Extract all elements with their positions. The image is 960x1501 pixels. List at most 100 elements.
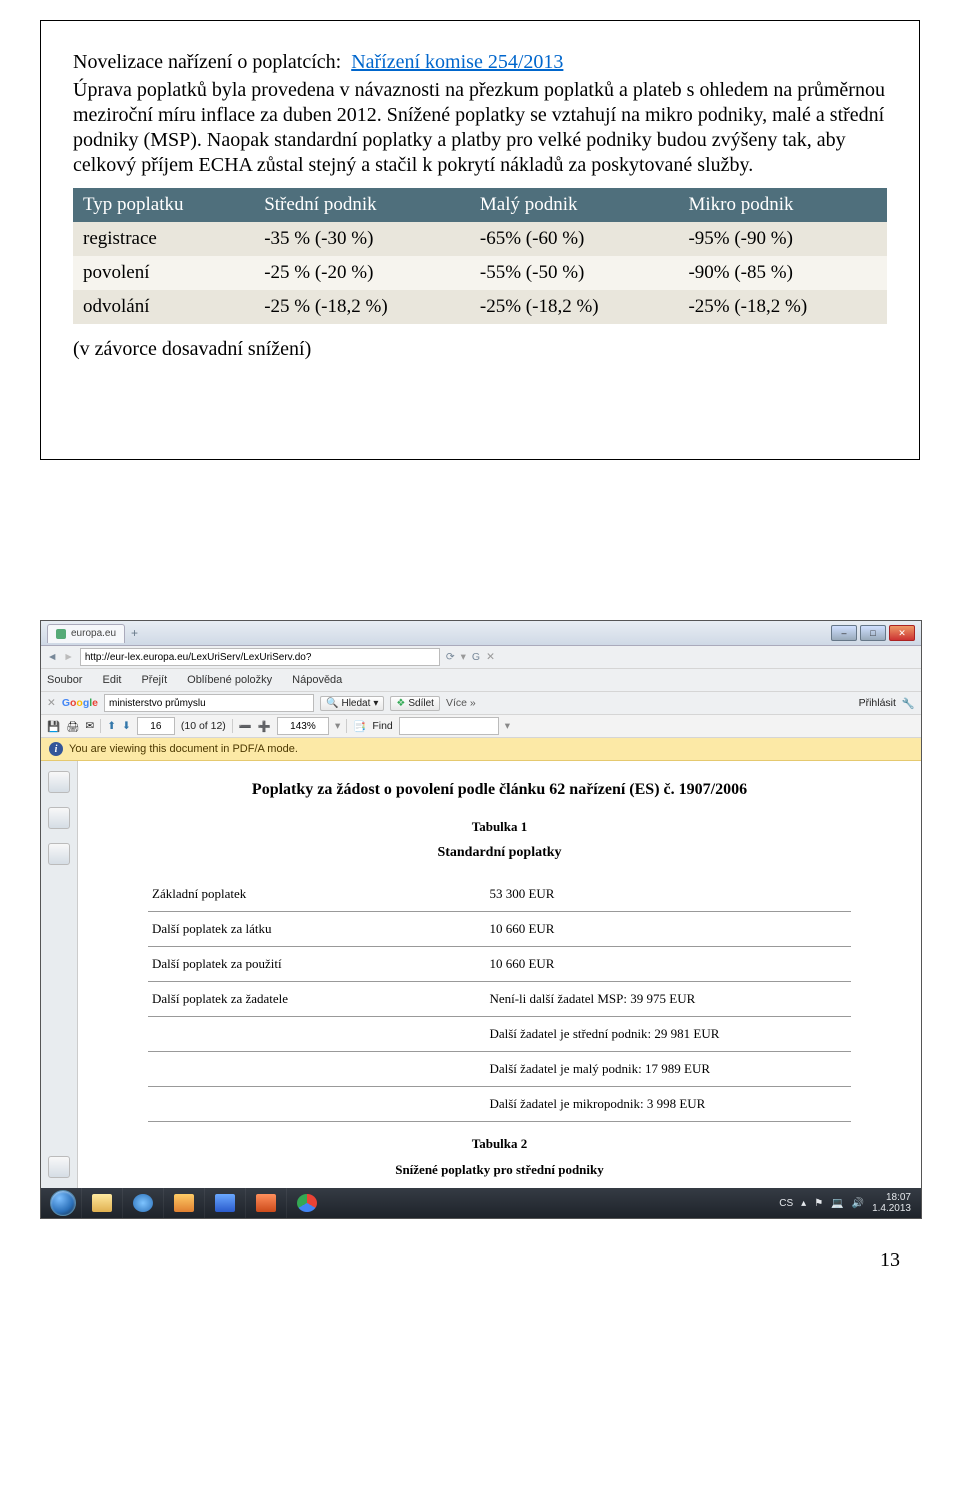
tray-flag-icon[interactable]: ⚑ xyxy=(814,1198,823,1209)
cell: -65% (-60 %) xyxy=(470,222,679,256)
search-icon: 🔍 xyxy=(326,698,338,709)
google-search-input[interactable] xyxy=(104,694,314,712)
th-micro: Mikro podnik xyxy=(678,188,887,222)
cell: -35 % (-30 %) xyxy=(254,222,470,256)
find-label: Find xyxy=(372,720,392,732)
task-explorer[interactable] xyxy=(81,1188,122,1218)
task-outlook[interactable] xyxy=(163,1188,204,1218)
zoom-in-icon[interactable]: ➕ xyxy=(258,720,271,733)
document-area: Poplatky za žádost o povolení podle člán… xyxy=(41,761,921,1188)
table-row: odvolání -25 % (-18,2 %) -25% (-18,2 %) … xyxy=(73,290,887,324)
zoom-input[interactable] xyxy=(277,717,329,735)
tray-clock[interactable]: 18:07 1.4.2013 xyxy=(872,1192,911,1214)
maximize-button[interactable]: □ xyxy=(860,625,886,641)
tray-sound-icon[interactable]: 🔊 xyxy=(852,1198,864,1209)
slide-paragraph: Úprava poplatků byla provedena v návazno… xyxy=(73,78,887,178)
menu-edit[interactable]: Edit xyxy=(102,674,121,686)
th-small: Malý podnik xyxy=(470,188,679,222)
wrench-icon[interactable]: 🔧 xyxy=(902,697,915,710)
login-link[interactable]: Přihlásit xyxy=(859,697,896,709)
pdfa-notice-bar: i You are viewing this document in PDF/A… xyxy=(41,738,921,761)
title-text: Novelizace nařízení o poplatcích: xyxy=(73,51,341,73)
windows-logo-icon xyxy=(50,1190,76,1216)
page-number: 13 xyxy=(0,1219,960,1292)
fee-reduction-table: Typ poplatku Střední podnik Malý podnik … xyxy=(73,188,887,324)
sidebar-sign-icon[interactable] xyxy=(48,1156,70,1178)
menu-bar: Soubor Edit Přejít Oblíbené položky Nápo… xyxy=(41,669,921,692)
pdf-table2-title: Snížené poplatky pro střední podniky xyxy=(148,1162,851,1178)
task-ie[interactable] xyxy=(122,1188,163,1218)
pdf-table1-caption: Tabulka 1 xyxy=(148,819,851,835)
url-input[interactable] xyxy=(80,648,440,666)
table-note: (v závorce dosavadní snížení) xyxy=(73,338,887,361)
google-brand: Google xyxy=(62,697,98,709)
cell: -25 % (-18,2 %) xyxy=(254,290,470,324)
standard-fees-table: Základní poplatek53 300 EUR Další poplat… xyxy=(148,877,851,1122)
menu-oblibene[interactable]: Oblíbené položky xyxy=(187,674,272,686)
menu-napoveda[interactable]: Nápověda xyxy=(292,674,342,686)
pdf-sidebar xyxy=(41,761,78,1188)
slide-container: Novelizace nařízení o poplatcích: Naříze… xyxy=(40,20,920,460)
search-button[interactable]: 🔍 Hledat ▾ xyxy=(320,696,384,711)
cell: -55% (-50 %) xyxy=(470,256,679,290)
tray-time: 18:07 xyxy=(872,1192,911,1203)
page-up-icon[interactable]: ⬆ xyxy=(107,720,116,732)
menu-prejit[interactable]: Přejít xyxy=(141,674,167,686)
start-button[interactable] xyxy=(45,1188,81,1218)
tool-icon[interactable]: 📑 xyxy=(353,720,366,733)
tab-title: europa.eu xyxy=(71,628,116,639)
table-header-row: Typ poplatku Střední podnik Malý podnik … xyxy=(73,188,887,222)
google-toolbar: ✕ Google 🔍 Hledat ▾ ❖ Sdílet Více » Přih… xyxy=(41,692,921,715)
cell: -25% (-18,2 %) xyxy=(678,290,887,324)
task-word[interactable] xyxy=(204,1188,245,1218)
google-shortcut-icon[interactable]: G xyxy=(472,651,480,663)
cell: registrace xyxy=(73,222,254,256)
more-link[interactable]: Více » xyxy=(446,697,476,709)
title-link[interactable]: Nařízení komise 254/2013 xyxy=(351,51,563,73)
minimize-button[interactable]: ‒ xyxy=(831,625,857,641)
browser-tab[interactable]: europa.eu xyxy=(47,624,125,643)
sidebar-pages-icon[interactable] xyxy=(48,771,70,793)
sidebar-attach-icon[interactable] xyxy=(48,843,70,865)
page-count-label: (10 of 12) xyxy=(181,720,226,732)
close-button[interactable]: ✕ xyxy=(889,625,915,641)
share-button[interactable]: ❖ Sdílet xyxy=(390,696,440,711)
new-tab-button[interactable]: + xyxy=(131,626,138,640)
table-row: povolení -25 % (-20 %) -55% (-50 %) -90%… xyxy=(73,256,887,290)
pdf-page: Poplatky za žádost o povolení podle člán… xyxy=(78,761,921,1188)
favicon xyxy=(56,629,66,639)
browser-screenshot: europa.eu + ‒ □ ✕ ◄ ► ⟳ ▾ G ✕ Soubor Edi… xyxy=(40,620,922,1219)
cell: -90% (-85 %) xyxy=(678,256,887,290)
window-titlebar: europa.eu + ‒ □ ✕ xyxy=(41,621,921,646)
page-down-icon[interactable]: ⬇ xyxy=(122,720,131,732)
menu-soubor[interactable]: Soubor xyxy=(47,674,82,686)
th-medium: Střední podnik xyxy=(254,188,470,222)
reload-button[interactable]: ⟳ xyxy=(446,651,455,663)
system-tray[interactable]: CS ▴ ⚑ 💻 🔊 18:07 1.4.2013 xyxy=(779,1192,917,1214)
forward-button[interactable]: ► xyxy=(63,651,73,663)
toolbar-close-icon[interactable]: ✕ xyxy=(47,697,56,709)
cell: -25 % (-20 %) xyxy=(254,256,470,290)
slide-title: Novelizace nařízení o poplatcích: Naříze… xyxy=(73,51,887,74)
back-button[interactable]: ◄ xyxy=(47,651,57,663)
pdf-toolbar: 💾 🖨 ✉ ⬆ ⬇ (10 of 12) ➖ ➕ ▾ 📑 Find ▾ xyxy=(41,715,921,738)
tray-lang[interactable]: CS xyxy=(779,1198,793,1209)
pdf-table1-title: Standardní poplatky xyxy=(148,845,851,861)
th-type: Typ poplatku xyxy=(73,188,254,222)
cell: -25% (-18,2 %) xyxy=(470,290,679,324)
mail-icon[interactable]: ✉ xyxy=(85,720,94,732)
cell: povolení xyxy=(73,256,254,290)
tray-date: 1.4.2013 xyxy=(872,1203,911,1214)
find-input[interactable] xyxy=(399,717,499,735)
tray-network-icon[interactable]: 💻 xyxy=(831,1198,843,1209)
share-icon: ❖ xyxy=(396,698,405,709)
zoom-out-icon[interactable]: ➖ xyxy=(239,720,252,733)
task-powerpoint[interactable] xyxy=(245,1188,286,1218)
sidebar-bookmarks-icon[interactable] xyxy=(48,807,70,829)
page-number-input[interactable] xyxy=(137,717,175,735)
windows-taskbar: CS ▴ ⚑ 💻 🔊 18:07 1.4.2013 xyxy=(41,1188,921,1218)
task-chrome[interactable] xyxy=(286,1188,327,1218)
tray-chevron-icon[interactable]: ▴ xyxy=(801,1198,806,1209)
save-icon[interactable]: 💾 xyxy=(47,720,60,733)
print-icon[interactable]: 🖨 xyxy=(66,720,79,733)
